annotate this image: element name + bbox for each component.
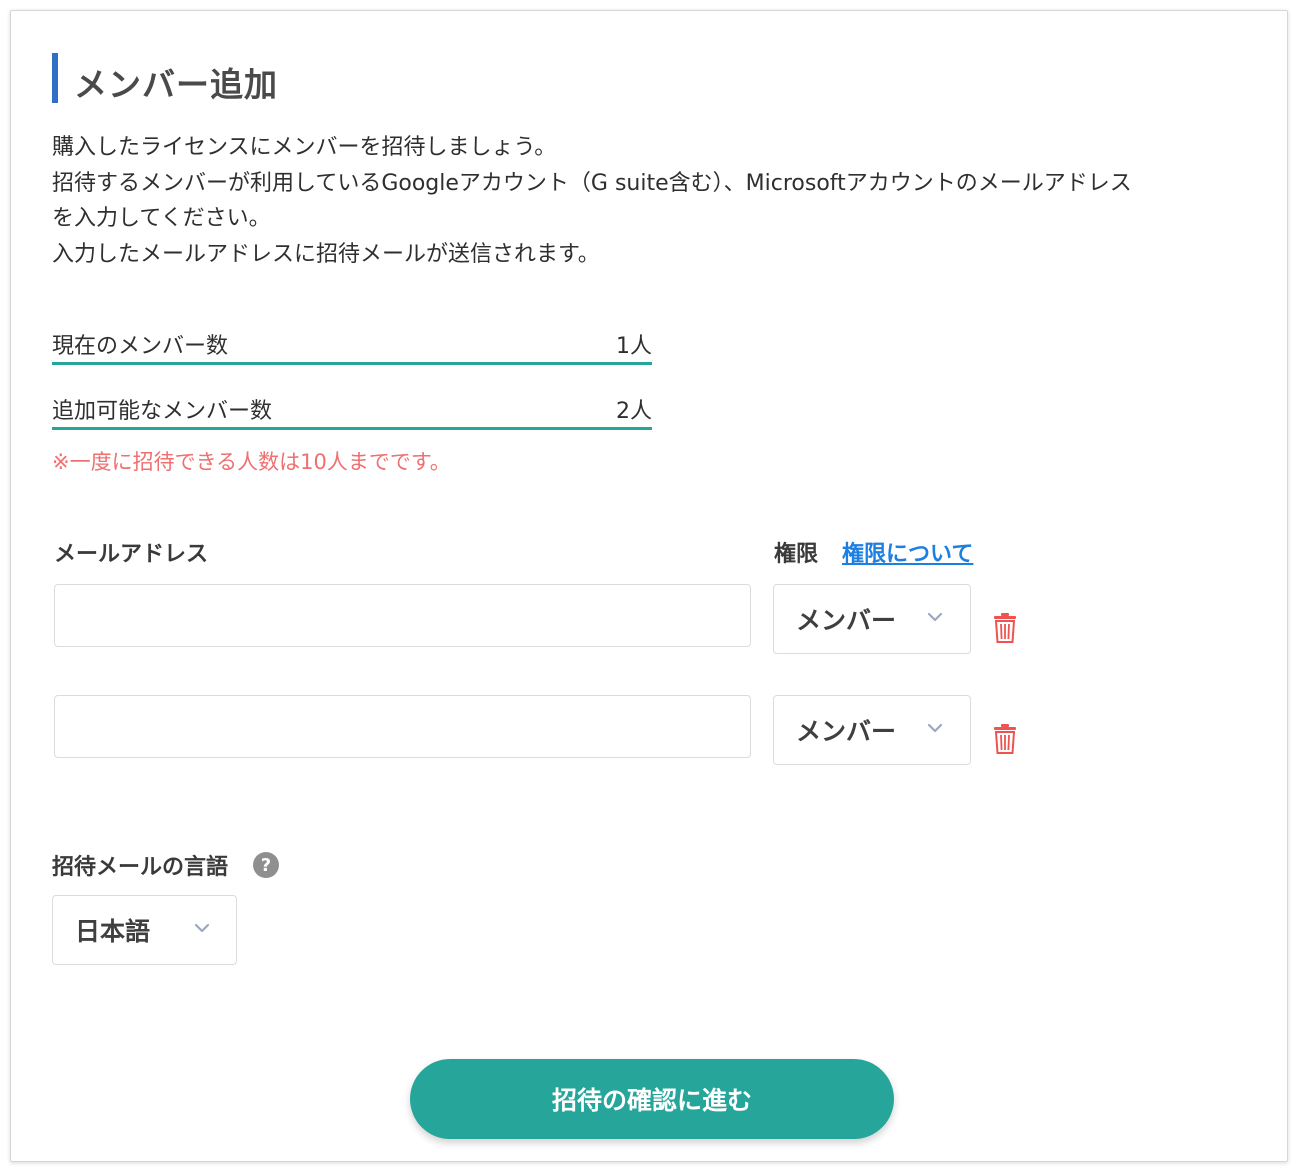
current-member-label: 現在のメンバー数 xyxy=(52,334,229,359)
role-select-value: メンバー xyxy=(796,717,897,746)
role-column-header: 権限 xyxy=(774,542,819,567)
email-input-1[interactable] xyxy=(54,584,751,647)
title-accent-bar xyxy=(52,53,58,103)
description-line: 招待するメンバーが利用しているGoogleアカウント（G suite含む）、Mi… xyxy=(52,170,1132,196)
chevron-down-icon xyxy=(926,607,944,628)
chevron-down-icon xyxy=(193,918,211,939)
proceed-to-confirm-button[interactable]: 招待の確認に進む xyxy=(410,1059,894,1139)
role-select-1[interactable]: メンバー xyxy=(773,584,971,654)
description: 購入したライセンスにメンバーを招待しましょう。 招待するメンバーが利用しているG… xyxy=(52,130,1132,272)
language-select-value: 日本語 xyxy=(75,917,151,946)
role-select-value: メンバー xyxy=(796,606,897,635)
current-member-value: 1人 xyxy=(616,334,652,359)
invite-limit-note: ※一度に招待できる人数は10人までです。 xyxy=(52,450,451,474)
available-member-label: 追加可能なメンバー数 xyxy=(52,399,273,424)
description-line: 購入したライセンスにメンバーを招待しましょう。 xyxy=(52,135,557,160)
question-icon[interactable]: ? xyxy=(253,852,279,878)
description-line: を入力してください。 xyxy=(52,206,271,231)
email-input-2[interactable] xyxy=(54,695,751,758)
available-member-value: 2人 xyxy=(616,399,652,424)
description-line: 入力したメールアドレスに招待メールが送信されます。 xyxy=(52,241,600,267)
trash-icon[interactable] xyxy=(992,612,1018,648)
language-select[interactable]: 日本語 xyxy=(52,895,237,965)
chevron-down-icon xyxy=(926,718,944,739)
language-label: 招待メールの言語 xyxy=(52,855,229,880)
role-select-2[interactable]: メンバー xyxy=(773,695,971,765)
current-member-count: 現在のメンバー数 1人 xyxy=(52,328,652,365)
available-member-count: 追加可能なメンバー数 2人 xyxy=(52,393,652,430)
trash-icon[interactable] xyxy=(992,723,1018,759)
page-title: メンバー追加 xyxy=(74,65,278,104)
role-help-link[interactable]: 権限について xyxy=(842,536,973,568)
email-column-header: メールアドレス xyxy=(54,542,209,567)
